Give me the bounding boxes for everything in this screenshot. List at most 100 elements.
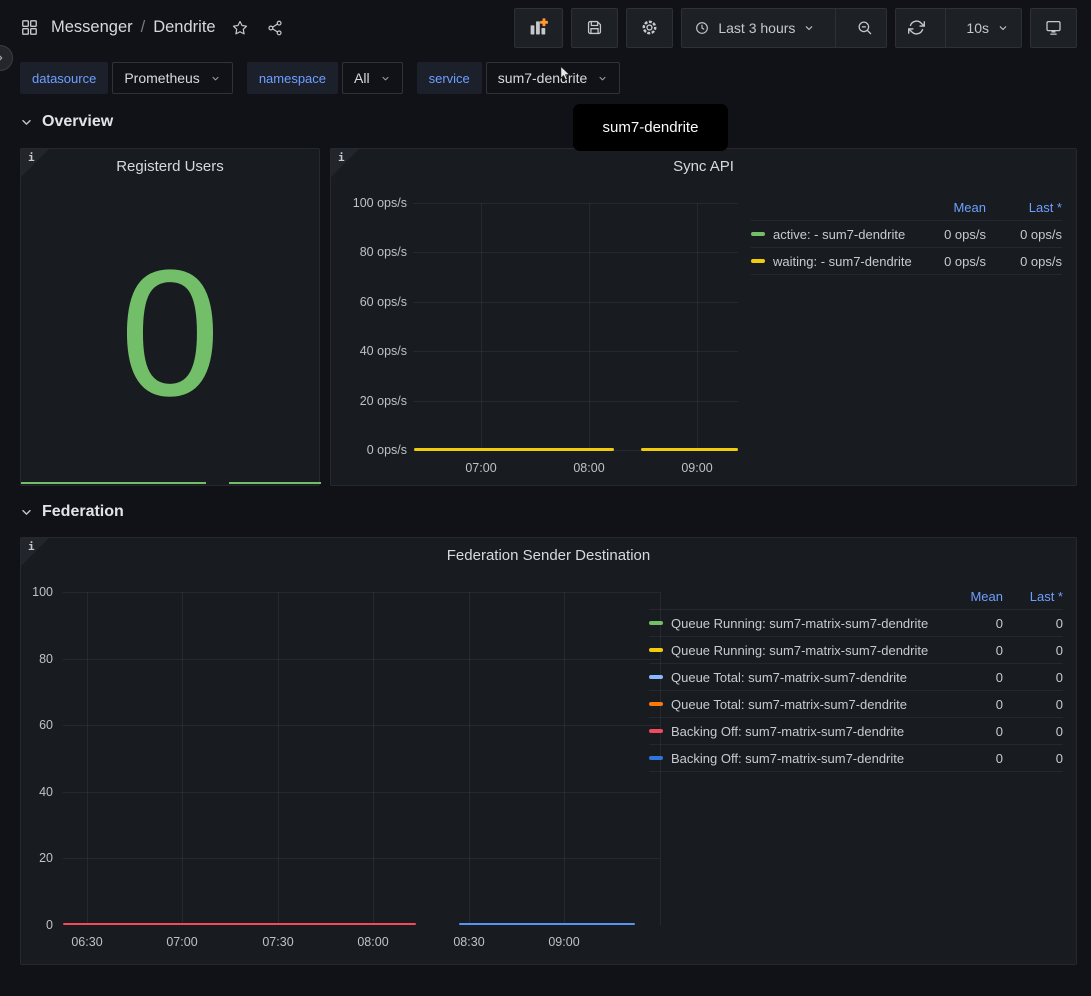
series-last-value: 0 bbox=[1003, 724, 1063, 739]
dropdown-value: All bbox=[354, 70, 370, 86]
y-axis-tick: 40 bbox=[21, 784, 53, 800]
series-color-swatch bbox=[649, 729, 663, 733]
legend-row: Queue Running: sum7-matrix-sum7-dendrite… bbox=[649, 610, 1063, 637]
refresh-button[interactable] bbox=[896, 9, 937, 47]
legend-row: Backing Off: sum7-matrix-sum7-dendrite 0… bbox=[649, 745, 1063, 772]
chevron-down-icon bbox=[380, 73, 391, 84]
legend-mean-header[interactable]: Mean bbox=[947, 589, 1003, 604]
panel-title[interactable]: Sync API bbox=[331, 158, 1076, 175]
gridline bbox=[413, 302, 738, 303]
series-label: Backing Off: sum7-matrix-sum7-dendrite bbox=[671, 724, 904, 739]
legend-series[interactable]: active: - sum7-dendrite bbox=[751, 227, 916, 242]
add-panel-icon bbox=[528, 17, 549, 38]
save-icon bbox=[585, 18, 604, 37]
datasource-dropdown[interactable]: Prometheus bbox=[112, 62, 232, 94]
legend-last-header[interactable]: Last * bbox=[1003, 589, 1063, 604]
section-header-federation[interactable]: Federation bbox=[20, 501, 1077, 523]
series-last-value: 0 bbox=[1003, 643, 1063, 658]
save-dashboard-button[interactable] bbox=[571, 8, 618, 48]
y-axis-tick: 40 ops/s bbox=[331, 343, 407, 359]
service-dropdown[interactable]: sum7-dendrite bbox=[486, 62, 621, 94]
x-axis-tick: 07:30 bbox=[248, 934, 308, 950]
gridline bbox=[63, 592, 660, 593]
gridline bbox=[697, 203, 698, 450]
series-line-red bbox=[63, 923, 416, 925]
legend-series[interactable]: Queue Total: sum7-matrix-sum7-dendrite bbox=[649, 670, 947, 685]
monitor-icon bbox=[1044, 18, 1063, 37]
y-axis-tick: 20 ops/s bbox=[331, 393, 407, 409]
legend-header-row: Mean Last * bbox=[649, 583, 1063, 610]
series-line-blue bbox=[459, 923, 635, 925]
series-color-swatch bbox=[751, 259, 765, 263]
legend-series[interactable]: Queue Running: sum7-matrix-sum7-dendrite bbox=[649, 643, 947, 658]
refresh-interval-picker[interactable]: 10s bbox=[954, 9, 1021, 47]
legend-row: Queue Total: sum7-matrix-sum7-dendrite 0… bbox=[649, 691, 1063, 718]
gridline bbox=[63, 659, 660, 660]
legend-mean-header[interactable]: Mean bbox=[916, 200, 986, 215]
chevron-down-icon bbox=[20, 116, 33, 129]
namespace-dropdown[interactable]: All bbox=[342, 62, 403, 94]
legend-row: Queue Total: sum7-matrix-sum7-dendrite 0… bbox=[649, 664, 1063, 691]
series-mean-value: 0 bbox=[947, 697, 1003, 712]
gridline bbox=[589, 203, 590, 450]
breadcrumb-folder[interactable]: Messenger bbox=[51, 18, 133, 37]
legend-series[interactable]: waiting: - sum7-dendrite bbox=[751, 254, 916, 269]
legend-row: Backing Off: sum7-matrix-sum7-dendrite 0… bbox=[649, 718, 1063, 745]
chevron-down-icon bbox=[597, 73, 608, 84]
gridline bbox=[182, 592, 183, 925]
series-label: active: - sum7-dendrite bbox=[773, 227, 905, 242]
chevron-right-icon bbox=[0, 52, 6, 64]
panel-title[interactable]: Federation Sender Destination bbox=[21, 547, 1076, 564]
series-label: Queue Total: sum7-matrix-sum7-dendrite bbox=[671, 697, 907, 712]
y-axis-tick: 100 ops/s bbox=[331, 195, 407, 211]
refresh-group: 10s bbox=[895, 8, 1022, 48]
section-title: Federation bbox=[42, 503, 124, 521]
add-panel-button[interactable] bbox=[514, 8, 563, 48]
variable-datasource: datasource Prometheus bbox=[20, 62, 233, 94]
breadcrumb-dashboard[interactable]: Dendrite bbox=[153, 18, 215, 37]
series-mean-value: 0 bbox=[947, 751, 1003, 766]
variable-label: service bbox=[417, 62, 482, 94]
zoom-out-button[interactable] bbox=[844, 9, 886, 47]
variable-service: service sum7-dendrite bbox=[417, 62, 621, 94]
series-last-value: 0 bbox=[1003, 751, 1063, 766]
legend-last-header[interactable]: Last * bbox=[986, 200, 1062, 215]
series-label: Queue Running: sum7-matrix-sum7-dendrite bbox=[671, 616, 928, 631]
series-mean-value: 0 ops/s bbox=[916, 254, 986, 269]
series-label: Backing Off: sum7-matrix-sum7-dendrite bbox=[671, 751, 904, 766]
time-range-picker[interactable]: Last 3 hours bbox=[682, 9, 827, 47]
dashboards-grid-icon[interactable] bbox=[20, 18, 39, 37]
chevron-down-icon bbox=[210, 73, 221, 84]
variable-label: namespace bbox=[247, 62, 338, 94]
share-icon[interactable] bbox=[266, 19, 284, 37]
divider bbox=[945, 9, 946, 47]
y-axis-tick: 60 ops/s bbox=[331, 294, 407, 310]
dashboard-settings-button[interactable] bbox=[626, 8, 673, 48]
panel-title[interactable]: Registerd Users bbox=[21, 158, 319, 175]
gridline bbox=[278, 592, 279, 925]
stat-sparkline-segment bbox=[229, 482, 321, 484]
gridline bbox=[63, 858, 660, 859]
gear-icon bbox=[640, 18, 659, 37]
star-icon[interactable] bbox=[231, 19, 249, 37]
series-line-waiting bbox=[414, 448, 614, 451]
y-axis-tick: 100 bbox=[21, 584, 53, 600]
variable-namespace: namespace All bbox=[247, 62, 403, 94]
gridline bbox=[413, 203, 738, 204]
section-header-overview[interactable]: Overview bbox=[20, 111, 1077, 133]
x-axis-tick: 08:00 bbox=[343, 934, 403, 950]
cycle-view-button[interactable] bbox=[1030, 8, 1077, 48]
legend-series[interactable]: Queue Total: sum7-matrix-sum7-dendrite bbox=[649, 697, 947, 712]
stat-sparkline-segment bbox=[21, 482, 206, 484]
chevron-down-icon bbox=[997, 22, 1009, 34]
legend-series[interactable]: Queue Running: sum7-matrix-sum7-dendrite bbox=[649, 616, 947, 631]
x-axis-tick: 09:00 bbox=[534, 934, 594, 950]
series-last-value: 0 ops/s bbox=[986, 227, 1062, 242]
legend-series[interactable]: Backing Off: sum7-matrix-sum7-dendrite bbox=[649, 751, 947, 766]
panel-federation-sender: i Federation Sender Destination 100 80 6… bbox=[20, 537, 1077, 965]
gridline bbox=[87, 592, 88, 925]
x-axis-tick: 08:00 bbox=[549, 460, 629, 476]
legend-series[interactable]: Backing Off: sum7-matrix-sum7-dendrite bbox=[649, 724, 947, 739]
series-color-swatch bbox=[649, 675, 663, 679]
zoom-out-icon bbox=[856, 19, 874, 37]
